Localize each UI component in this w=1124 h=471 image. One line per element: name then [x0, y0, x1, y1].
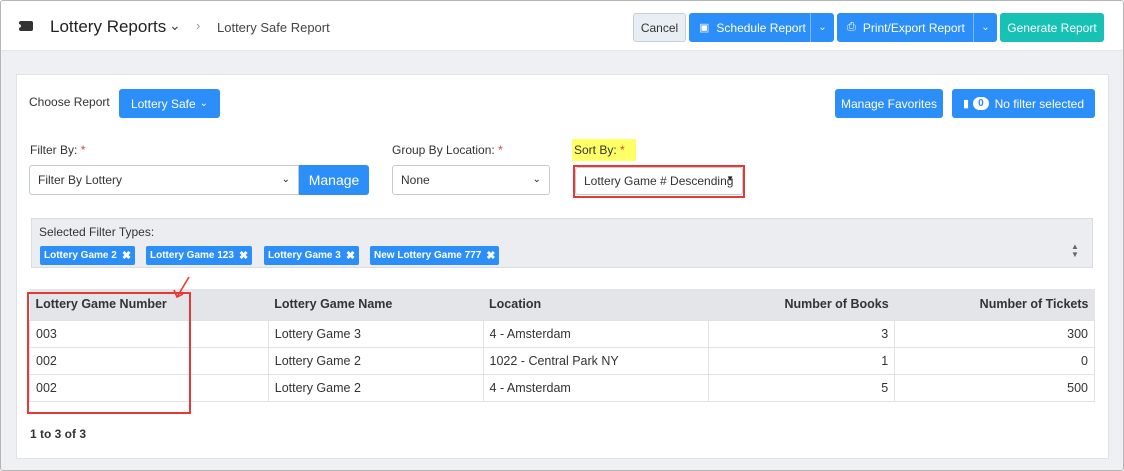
- remove-icon[interactable]: ✖: [346, 249, 355, 262]
- filter-by-value: Filter By Lottery: [38, 173, 123, 187]
- schedule-dropdown-toggle[interactable]: ⌄: [810, 13, 834, 42]
- scroll-arrows-icon[interactable]: ▲ ▼: [1071, 243, 1079, 259]
- filter-status-label: No filter selected: [994, 96, 1084, 111]
- cell-books: 1: [708, 346, 896, 375]
- column-header[interactable]: Number of Books: [708, 289, 895, 320]
- cell-tickets: 300: [894, 319, 1095, 348]
- chevron-down-icon: ⌄: [199, 98, 209, 109]
- window-frame: Lottery Reports ⌄ › Lottery Safe Report …: [0, 0, 1124, 471]
- filter-tag-label: Lottery Game 123: [150, 250, 234, 261]
- cell-books: 3: [708, 319, 896, 348]
- page-title: Lottery Reports: [50, 17, 167, 36]
- cell-location: 4 - Amsterdam: [482, 319, 710, 348]
- sort-by-label: Sort By: *: [574, 143, 625, 157]
- column-header[interactable]: Location: [483, 289, 709, 320]
- sort-annotation-box: [573, 165, 745, 198]
- filter-by-label: Filter By: *: [30, 143, 86, 157]
- print-export-button[interactable]: ⎙ Print/Export Report ⌄: [837, 13, 997, 42]
- annotation-arrow-icon: [173, 276, 190, 299]
- group-by-value: None: [401, 173, 430, 187]
- cell-game-name: Lottery Game 2: [267, 346, 484, 375]
- bookmark-icon: ▮: [963, 98, 970, 110]
- column-header[interactable]: Number of Tickets: [894, 289, 1095, 320]
- ticket-icon: [16, 21, 33, 31]
- manage-favorites-button[interactable]: Manage Favorites: [835, 89, 943, 118]
- cell-location: 1022 - Central Park NY: [482, 346, 710, 375]
- cell-game-name: Lottery Game 2: [267, 373, 484, 402]
- generate-report-button[interactable]: Generate Report: [1000, 13, 1104, 42]
- report-select-button[interactable]: Lottery Safe ⌄: [119, 89, 220, 118]
- remove-icon[interactable]: ✖: [122, 249, 131, 262]
- print-export-label: Print/Export Report: [862, 20, 965, 35]
- filter-status-button[interactable]: ▮ 0 No filter selected: [952, 89, 1095, 118]
- print-dropdown-toggle[interactable]: ⌄: [973, 13, 997, 42]
- group-by-location-label: Group By Location: *: [392, 143, 503, 157]
- selected-filter-types-label: Selected Filter Types:: [39, 225, 155, 239]
- chevron-down-icon[interactable]: ⌄: [169, 17, 181, 34]
- cancel-button[interactable]: Cancel: [633, 13, 686, 42]
- filter-tag[interactable]: New Lottery Game 777 ✖: [370, 246, 500, 265]
- filter-tag[interactable]: Lottery Game 2 ✖: [40, 246, 136, 265]
- top-bar: Lottery Reports ⌄ › Lottery Safe Report …: [1, 1, 1123, 51]
- cell-tickets: 0: [894, 346, 1095, 375]
- chevron-right-icon: ›: [196, 18, 201, 33]
- schedule-report-label: Schedule Report: [716, 20, 806, 35]
- remove-icon[interactable]: ✖: [239, 249, 248, 262]
- filter-tag[interactable]: Lottery Game 123 ✖: [146, 246, 253, 265]
- cell-game-name: Lottery Game 3: [267, 319, 484, 348]
- pagination-summary: 1 to 3 of 3: [30, 427, 87, 441]
- filter-tag-label: New Lottery Game 777: [374, 250, 482, 261]
- schedule-report-button[interactable]: ▣ Schedule Report ⌄: [689, 13, 834, 42]
- chevron-down-icon: ⌄: [532, 174, 541, 185]
- manage-filter-button[interactable]: Manage: [299, 165, 369, 195]
- cell-books: 5: [708, 373, 896, 402]
- printer-icon: ⎙: [847, 21, 856, 33]
- filter-tag[interactable]: Lottery Game 3 ✖: [264, 246, 360, 265]
- column-annotation-box: [27, 292, 191, 414]
- chevron-down-icon: ⌄: [281, 174, 290, 185]
- remove-icon[interactable]: ✖: [486, 249, 495, 262]
- filter-tag-label: Lottery Game 3: [268, 250, 341, 261]
- report-select-label: Lottery Safe: [130, 96, 196, 111]
- group-by-location-select[interactable]: None ⌄: [392, 165, 550, 195]
- filter-by-select[interactable]: Filter By Lottery ⌄: [29, 165, 299, 195]
- cell-location: 4 - Amsterdam: [482, 373, 710, 402]
- calendar-icon: ▣: [699, 22, 710, 34]
- cell-tickets: 500: [894, 373, 1095, 402]
- column-header[interactable]: Lottery Game Name: [268, 289, 484, 320]
- breadcrumb: Lottery Safe Report: [217, 20, 330, 35]
- choose-report-label: Choose Report: [29, 95, 110, 109]
- filter-count-badge: 0: [973, 97, 989, 110]
- filter-tag-label: Lottery Game 2: [44, 250, 117, 261]
